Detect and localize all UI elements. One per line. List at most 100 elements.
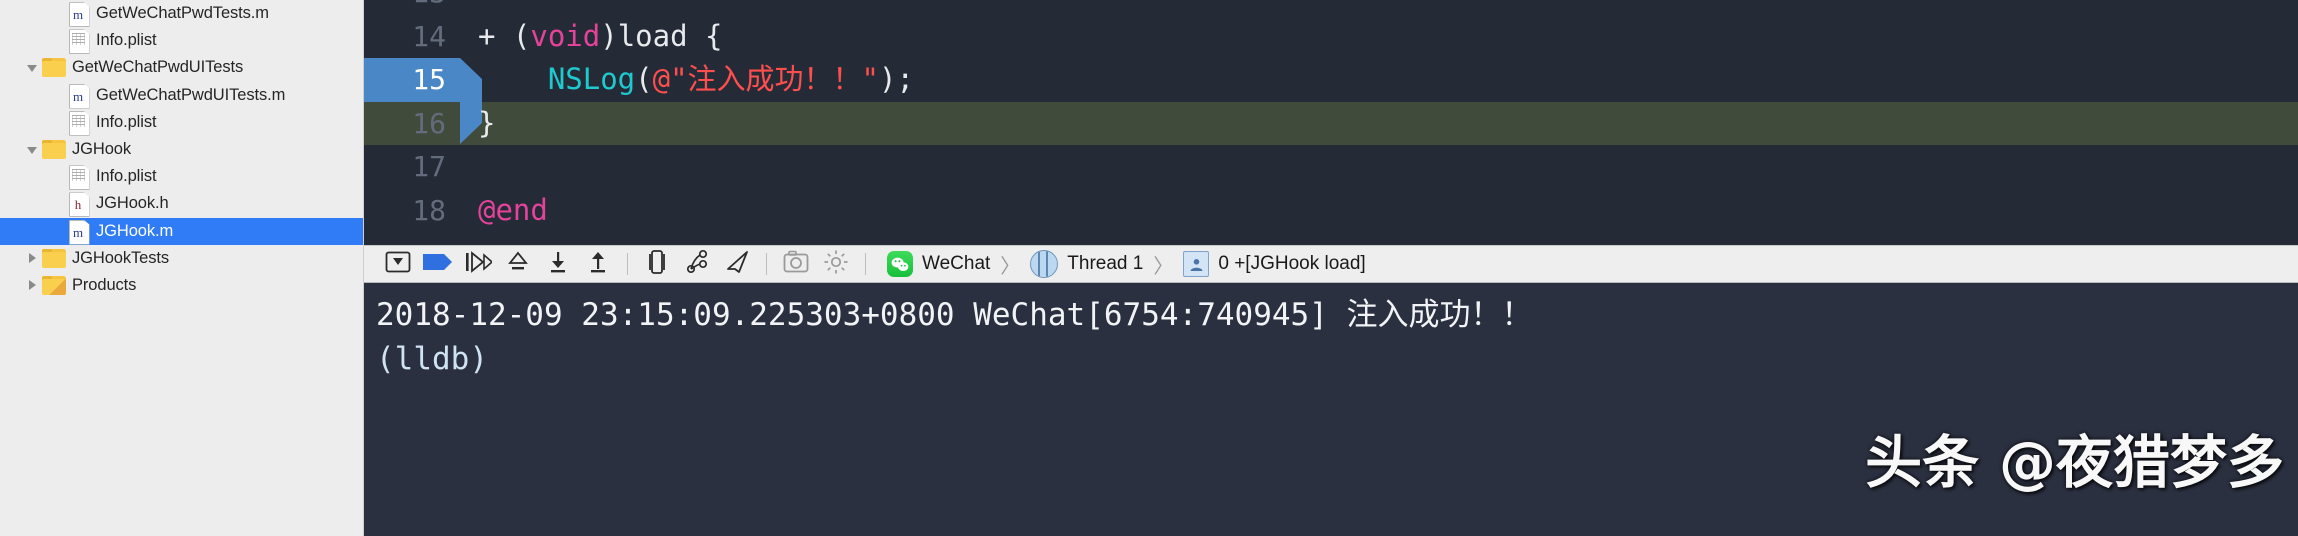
environment-overrides-button[interactable] — [816, 249, 856, 279]
debug-breadcrumb: WeChat 〉 Thread 1 〉 0 +[JGHook load] — [887, 250, 1366, 279]
line-number[interactable]: 13 — [364, 0, 460, 15]
code-token: } — [478, 105, 496, 140]
continue-button[interactable] — [458, 249, 498, 279]
objc-file-icon: m — [66, 83, 90, 109]
code-token: ); — [879, 62, 914, 96]
line-number[interactable]: 16 — [364, 102, 460, 146]
tree-item-label: GetWeChatPwdUITests.m — [96, 85, 286, 104]
breadcrumb-chevron-icon: 〉 — [1153, 255, 1174, 278]
source-code-editor[interactable]: 1314+ (void)load {15 NSLog(@"注入成功！！");16… — [364, 0, 2298, 245]
code-line[interactable]: 15 NSLog(@"注入成功！！"); — [364, 58, 2298, 143]
view-debugging-button[interactable] — [637, 249, 677, 279]
project-navigator-sidebar[interactable]: m GetWeChatPwdTests.m Info.plist GetWeChatP… — [0, 0, 364, 536]
tree-file-row[interactable]: h JGHook.h — [0, 190, 363, 218]
objc-file-icon: m — [66, 219, 90, 245]
breadcrumb-item[interactable]: WeChat — [887, 251, 990, 277]
tree-item-label: GetWeChatPwdUITests — [72, 58, 244, 77]
code-line[interactable]: 17 — [364, 145, 2298, 189]
tree-item-label: Info.plist — [96, 31, 157, 50]
tree-file-row[interactable]: m GetWeChatPwdUITests.m — [0, 82, 363, 109]
line-number[interactable]: 14 — [364, 15, 460, 59]
watermark-text: 头条 @夜猎梦多 — [1865, 430, 2284, 496]
code-token: NSLog — [547, 62, 636, 96]
tree-file-row[interactable]: Info.plist — [0, 27, 363, 55]
wechat-app-icon — [887, 251, 913, 277]
line-number[interactable]: 18 — [364, 189, 460, 233]
objc-file-icon: m — [66, 2, 90, 28]
debug-toolbar[interactable]: WeChat 〉 Thread 1 〉 0 +[JGHook load] — [364, 245, 2298, 283]
step-over-icon — [505, 250, 531, 279]
breadcrumb-label: Thread 1 — [1067, 253, 1144, 274]
plist-file-icon — [66, 165, 90, 191]
tree-file-row[interactable]: m JGHook.m — [0, 217, 363, 245]
tree-folder-row[interactable]: Products — [0, 272, 363, 299]
step-out-button[interactable] — [578, 249, 618, 279]
code-text: + (void)load { — [460, 15, 722, 59]
tree-item-label: GetWeChatPwdTests.m — [96, 4, 269, 23]
folder-icon — [42, 248, 66, 268]
plist-file-icon — [66, 29, 90, 55]
disclosure-triangle-right-icon[interactable] — [22, 251, 42, 265]
disclosure-triangle-down-icon[interactable] — [22, 61, 42, 75]
step-over-button[interactable] — [498, 249, 538, 279]
code-text: NSLog(@"注入成功！！"); — [460, 58, 914, 102]
folder-icon — [42, 140, 66, 160]
tree-item-label: Info.plist — [96, 112, 157, 131]
capture-gpu-frame-button[interactable] — [776, 249, 816, 279]
tree-file-row[interactable]: Info.plist — [0, 109, 363, 136]
breakpoints-toggle-button[interactable] — [418, 249, 458, 279]
header-file-icon: h — [66, 192, 90, 218]
toolbar-divider — [627, 253, 628, 275]
tree-file-row[interactable]: Info.plist — [0, 163, 363, 191]
breadcrumb-item[interactable]: Thread 1 — [1030, 250, 1143, 278]
code-line[interactable]: 16} — [364, 101, 2298, 146]
tree-item-label: Info.plist — [96, 167, 157, 186]
code-token: void — [530, 18, 601, 53]
breadcrumb-item[interactable]: 0 +[JGHook load] — [1183, 251, 1366, 277]
tree-item-label: JGHook — [72, 140, 132, 159]
tree-file-row[interactable]: m GetWeChatPwdTests.m — [0, 0, 363, 28]
memory-graph-button[interactable] — [677, 249, 717, 279]
disclosure-triangle-down-icon[interactable] — [22, 143, 42, 157]
code-token: @"注入成功！！" — [652, 62, 880, 96]
tree-folder-row[interactable]: JGHook — [0, 136, 363, 163]
simulate-location-button[interactable] — [717, 249, 757, 279]
stack-frame-icon — [1183, 251, 1210, 277]
code-text: } — [460, 102, 495, 146]
breadcrumb-label: WeChat — [922, 253, 991, 274]
tree-item-label: JGHook.h — [96, 194, 169, 213]
folder-products-icon — [42, 275, 66, 295]
code-token: )load { — [600, 18, 723, 53]
tree-folder-row[interactable]: JGHookTests — [0, 245, 363, 272]
code-token: ( — [635, 62, 653, 96]
code-line[interactable]: 14 + (void)load { — [364, 15, 2298, 59]
disclosure-triangle-right-icon[interactable] — [22, 278, 42, 292]
step-into-button[interactable] — [538, 249, 578, 279]
thread-icon — [1030, 250, 1059, 278]
tree-item-label: Products — [72, 275, 137, 294]
file-tree[interactable]: m GetWeChatPwdTests.m Info.plist GetWeChatP… — [0, 0, 363, 299]
toolbar-divider — [766, 253, 767, 275]
step-out-icon — [587, 250, 609, 279]
step-into-icon — [547, 250, 569, 279]
editor-and-debug-pane: 1314+ (void)load {15 NSLog(@"注入成功！！");16… — [364, 0, 2298, 536]
console-log-line: 2018-12-09 23:15:09.225303+0800 WeChat[6… — [376, 297, 1533, 333]
tree-item-label: JGHook.m — [96, 221, 174, 240]
camera-icon — [783, 250, 809, 279]
line-number[interactable]: 17 — [364, 145, 460, 189]
lldb-prompt[interactable]: (lldb) — [376, 337, 2298, 381]
line-number[interactable]: 15 — [364, 58, 460, 102]
hide-debug-area-button[interactable] — [378, 249, 418, 279]
tree-folder-row[interactable]: GetWeChatPwdUITests — [0, 54, 363, 81]
folder-icon — [42, 58, 66, 78]
breadcrumb-chevron-icon: 〉 — [1000, 255, 1021, 278]
breadcrumb-label: 0 +[JGHook load] — [1218, 253, 1366, 274]
breakpoint-arrow-icon — [423, 252, 453, 277]
code-token: @end — [478, 192, 548, 227]
gear-icon — [823, 249, 849, 280]
panel-toggle-icon — [385, 251, 411, 278]
code-line[interactable]: 18 @end — [364, 189, 2298, 233]
code-line[interactable]: 13 — [364, 0, 2298, 15]
location-arrow-icon — [724, 249, 750, 280]
console-output-area[interactable]: 2018-12-09 23:15:09.225303+0800 WeChat[6… — [364, 283, 2298, 536]
